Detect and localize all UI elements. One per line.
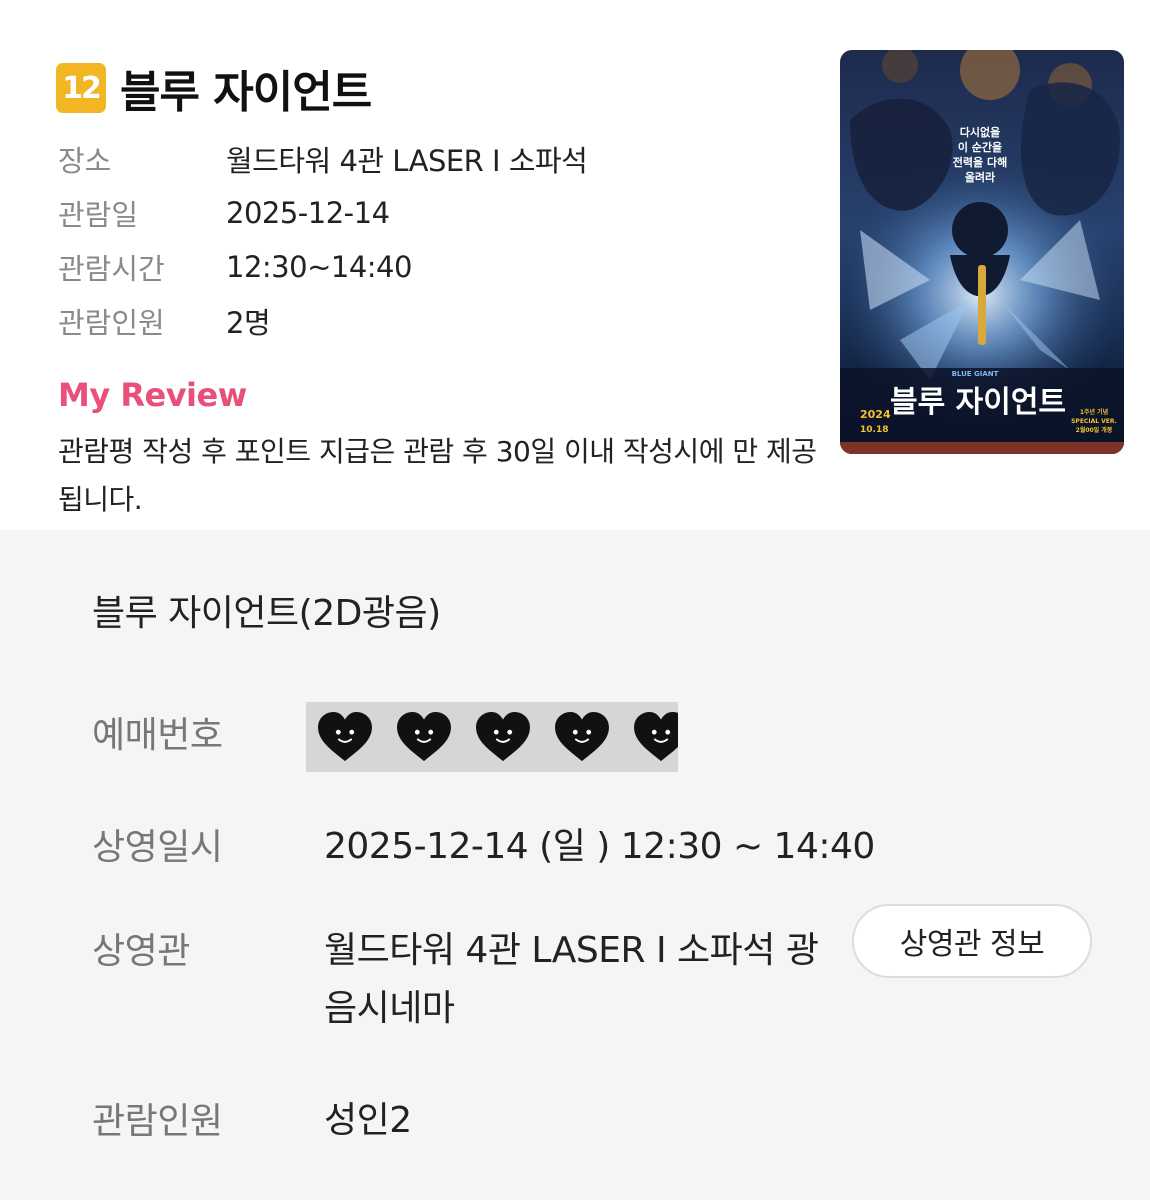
reservation-number-redacted [306, 702, 678, 772]
info-row-location: 장소 월드타워 4관 LASER I 소파석 [58, 132, 588, 186]
review-notice: 관람평 작성 후 포인트 지급은 관람 후 30일 이내 작성시에 만 제공됩니… [58, 435, 817, 516]
showtime-row: 상영일시 2025-12-14 (일 ) 12:30 ~ 14:40 [92, 818, 875, 876]
poster-tagline-1: 다시없을 [960, 125, 1000, 139]
poster-tagline-2: 이 순간을 [958, 140, 1002, 154]
booking-details: 블루 자이언트(2D광음) 예매번호 상영일시 2025-12-14 (일 ) … [0, 530, 1150, 1200]
movie-poster[interactable]: 다시없을 이 순간을 전력을 다해 올려라 BLUE GIANT 블루 자이언트… [840, 50, 1124, 454]
heart-icon [397, 711, 451, 762]
reservation-number-row: 예매번호 [92, 706, 324, 758]
info-label: 관람시간 [58, 252, 165, 286]
poster-tagline-4: 올려라 [965, 170, 996, 184]
heart-icon [634, 711, 678, 762]
info-row-people: 관람인원 2명 [58, 294, 587, 348]
poster-edition-3: 2월00일 개봉 [1076, 426, 1113, 434]
poster-logo-small: BLUE GIANT [952, 370, 999, 378]
info-label: 관람일 [58, 198, 139, 232]
reservation-number-label: 예매번호 [92, 715, 223, 756]
movie-title: 블루 자이언트 [120, 67, 372, 118]
people-value: 성인2 [324, 1100, 412, 1141]
poster-tagline-3: 전력을 다해 [953, 155, 1007, 169]
heart-icon [555, 711, 609, 762]
booking-movie-title: 블루 자이언트(2D광음) [92, 593, 441, 634]
theater-info-button[interactable]: 상영관 정보 [852, 904, 1092, 978]
theater-value: 월드타워 4관 LASER I 소파석 광 음시네마 [324, 922, 819, 1038]
info-value: 월드타워 4관 LASER I 소파석 [226, 144, 588, 178]
info-list: 장소 월드타워 4관 LASER I 소파석 관람일 2025-12-14 관람… [58, 132, 588, 348]
theater-value-line1: 월드타워 4관 LASER I 소파석 광 [324, 930, 819, 971]
poster-date: 10.18 [860, 425, 888, 435]
info-value: 2025-12-14 [226, 196, 390, 230]
people-row: 관람인원 성인2 [92, 1092, 412, 1150]
info-row-time: 관람시간 12:30~14:40 [58, 240, 587, 294]
theater-row: 상영관 월드타워 4관 LASER I 소파석 광 음시네마 [92, 922, 819, 1038]
heart-icon [476, 711, 530, 762]
age-rating-badge: 12 [56, 63, 106, 113]
info-value: 2명 [226, 306, 271, 340]
ticket-summary: 12 블루 자이언트 장소 월드타워 4관 LASER I 소파석 관람일 20… [0, 0, 1150, 530]
poster-edition-2: SPECIAL VER. [1071, 418, 1117, 425]
poster-year: 2024 [860, 408, 891, 421]
info-value: 12:30~14:40 [226, 250, 412, 284]
info-label: 관람인원 [58, 306, 165, 340]
heart-icon [318, 711, 372, 762]
poster-edition-1: 1주년 기념 [1080, 408, 1108, 416]
showtime-value: 2025-12-14 (일 ) 12:30 ~ 14:40 [324, 826, 875, 867]
poster-logo: 블루 자이언트 [890, 385, 1066, 420]
showtime-label: 상영일시 [92, 827, 223, 868]
my-review-link[interactable]: My Review [58, 376, 247, 414]
info-row-date: 관람일 2025-12-14 [58, 186, 587, 240]
theater-label: 상영관 [92, 931, 190, 972]
theater-value-line2: 음시네마 [324, 988, 455, 1029]
title-row: 12 블루 자이언트 [56, 56, 372, 120]
info-label: 장소 [58, 144, 112, 178]
people-label: 관람인원 [92, 1101, 223, 1142]
